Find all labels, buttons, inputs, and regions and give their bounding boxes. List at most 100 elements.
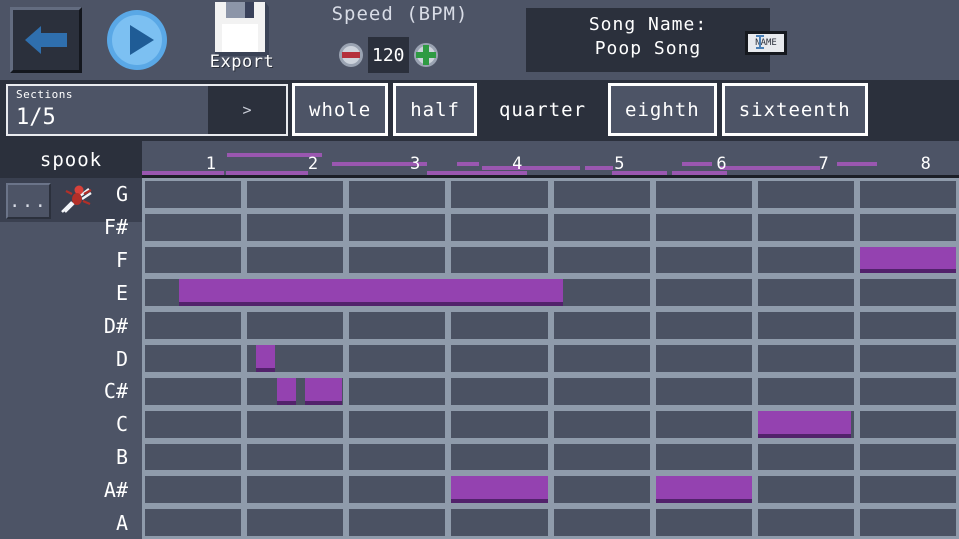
- grid-cell[interactable]: [758, 378, 854, 405]
- grid-cell[interactable]: [656, 378, 752, 405]
- track-options-button[interactable]: ...: [6, 183, 51, 219]
- grid-cell[interactable]: [349, 476, 445, 503]
- duration-button-quarter[interactable]: quarter: [482, 83, 603, 136]
- song-name-panel[interactable]: Song Name: Poop Song: [526, 8, 770, 72]
- grid-cell[interactable]: [145, 345, 241, 372]
- track-name[interactable]: spook: [0, 141, 142, 178]
- grid-cell[interactable]: [451, 181, 547, 208]
- grid-cell[interactable]: [145, 411, 241, 438]
- export-button[interactable]: Export: [196, 0, 288, 80]
- grid-cell[interactable]: [349, 312, 445, 339]
- grid-cell[interactable]: [451, 509, 547, 536]
- grid-cell[interactable]: [860, 509, 956, 536]
- note-block[interactable]: [277, 378, 297, 405]
- duration-button-eighth[interactable]: eighth: [608, 83, 717, 136]
- grid-cell[interactable]: [247, 411, 343, 438]
- grid-cell[interactable]: [349, 345, 445, 372]
- grid-cell[interactable]: [349, 444, 445, 471]
- grid-cell[interactable]: [349, 378, 445, 405]
- grid-cell[interactable]: [860, 345, 956, 372]
- grid-cell[interactable]: [145, 444, 241, 471]
- grid-cell[interactable]: [247, 214, 343, 241]
- back-button[interactable]: [10, 7, 82, 73]
- grid-cell[interactable]: [758, 476, 854, 503]
- grid-cell[interactable]: [656, 214, 752, 241]
- grid-cell[interactable]: [554, 444, 650, 471]
- grid-cell[interactable]: [349, 411, 445, 438]
- spider-bug-icon[interactable]: [58, 182, 94, 218]
- beat-ruler[interactable]: 12345678: [142, 141, 959, 178]
- grid-cell[interactable]: [758, 181, 854, 208]
- note-block[interactable]: [256, 345, 275, 372]
- grid-cell[interactable]: [758, 214, 854, 241]
- grid-cell[interactable]: [349, 509, 445, 536]
- grid-cell[interactable]: [247, 181, 343, 208]
- note-grid[interactable]: [142, 178, 959, 539]
- grid-cell[interactable]: [554, 247, 650, 274]
- grid-cell[interactable]: [247, 312, 343, 339]
- duration-button-whole[interactable]: whole: [292, 83, 388, 136]
- grid-cell[interactable]: [349, 247, 445, 274]
- grid-cell[interactable]: [656, 509, 752, 536]
- grid-cell[interactable]: [758, 345, 854, 372]
- grid-cell[interactable]: [145, 509, 241, 536]
- bpm-increase-button[interactable]: [413, 42, 439, 68]
- grid-cell[interactable]: [656, 247, 752, 274]
- grid-cell[interactable]: [554, 312, 650, 339]
- grid-cell[interactable]: [349, 181, 445, 208]
- grid-cell[interactable]: [451, 214, 547, 241]
- grid-cell[interactable]: [758, 247, 854, 274]
- grid-cell[interactable]: [554, 411, 650, 438]
- grid-cell[interactable]: [145, 247, 241, 274]
- grid-cell[interactable]: [145, 476, 241, 503]
- duration-button-half[interactable]: half: [393, 83, 477, 136]
- grid-cell[interactable]: [451, 312, 547, 339]
- grid-cell[interactable]: [656, 411, 752, 438]
- grid-cell[interactable]: [145, 214, 241, 241]
- grid-cell[interactable]: [860, 411, 956, 438]
- grid-cell[interactable]: [860, 312, 956, 339]
- grid-cell[interactable]: [656, 444, 752, 471]
- grid-cell[interactable]: [247, 476, 343, 503]
- grid-cell[interactable]: [145, 312, 241, 339]
- grid-cell[interactable]: [860, 476, 956, 503]
- grid-cell[interactable]: [247, 509, 343, 536]
- note-block[interactable]: [179, 279, 563, 306]
- grid-cell[interactable]: [758, 444, 854, 471]
- note-block[interactable]: [860, 247, 956, 274]
- grid-cell[interactable]: [860, 378, 956, 405]
- grid-cell[interactable]: [656, 312, 752, 339]
- note-block[interactable]: [758, 411, 851, 438]
- grid-cell[interactable]: [758, 279, 854, 306]
- grid-cell[interactable]: [247, 247, 343, 274]
- grid-cell[interactable]: [451, 345, 547, 372]
- bpm-value[interactable]: 120: [368, 37, 409, 73]
- grid-cell[interactable]: [656, 279, 752, 306]
- grid-cell[interactable]: [860, 181, 956, 208]
- duration-button-sixteenth[interactable]: sixteenth: [722, 83, 868, 136]
- note-block[interactable]: [656, 476, 752, 503]
- grid-cell[interactable]: [554, 345, 650, 372]
- note-block[interactable]: [451, 476, 547, 503]
- grid-cell[interactable]: [656, 181, 752, 208]
- sections-panel[interactable]: Sections 1/5 >: [6, 84, 288, 136]
- grid-cell[interactable]: [860, 444, 956, 471]
- grid-cell[interactable]: [554, 476, 650, 503]
- grid-cell[interactable]: [554, 214, 650, 241]
- grid-cell[interactable]: [860, 214, 956, 241]
- grid-cell[interactable]: [349, 214, 445, 241]
- play-button[interactable]: [105, 8, 169, 72]
- grid-cell[interactable]: [860, 279, 956, 306]
- grid-cell[interactable]: [554, 509, 650, 536]
- grid-cell[interactable]: [247, 444, 343, 471]
- grid-cell[interactable]: [758, 312, 854, 339]
- bpm-decrease-button[interactable]: [338, 42, 364, 68]
- grid-cell[interactable]: [554, 279, 650, 306]
- grid-cell[interactable]: [451, 444, 547, 471]
- grid-cell[interactable]: [145, 378, 241, 405]
- grid-cell[interactable]: [451, 411, 547, 438]
- rename-song-button[interactable]: NAME: [745, 31, 787, 55]
- grid-cell[interactable]: [451, 247, 547, 274]
- grid-cell[interactable]: [554, 181, 650, 208]
- grid-cell[interactable]: [451, 378, 547, 405]
